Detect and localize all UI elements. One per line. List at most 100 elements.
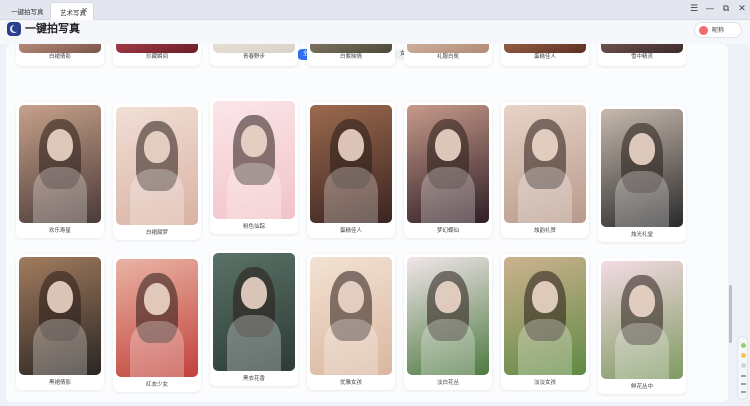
portrait-figure [144,131,170,163]
tool-line-icon[interactable] [741,375,746,377]
style-thumbnail-image [116,259,198,377]
portrait-body [227,315,281,371]
style-card-title: 淡白花丛 [436,380,459,386]
style-card-title: 淡淡女孩 [533,380,556,386]
style-thumbnail-image [407,257,489,375]
tab-art-photo[interactable]: 艺术写真 ✕ [50,2,94,20]
style-thumbnail-image [504,257,586,375]
style-thumbnail-image [213,253,295,371]
app-title: 一键拍写真 [25,22,80,35]
photo-style-card[interactable]: 白裙甜梦 [113,104,201,240]
style-thumbnail-image [407,105,489,223]
style-card-title: 黑裙倩影 [48,380,71,386]
photo-style-card[interactable]: 珍藏瞬间 [113,44,201,66]
style-thumbnail-image [504,105,586,223]
photo-style-card[interactable]: 鲜花丛中 [598,258,686,394]
photo-style-card[interactable]: 黑裙倩影 [16,254,104,390]
style-card-title: 珍藏瞬间 [145,54,168,60]
style-card-title: 黑衣花香 [242,376,265,382]
content-panel: ‹ 返回 全部女生男生女童男童 白裙倩影珍藏瞬间青春野步白紫映情礼服白冕蛋糕佳人… [6,44,728,402]
style-thumbnail-image [310,257,392,375]
portrait-figure [629,133,655,165]
user-profile-button[interactable]: 昵称 [694,22,742,38]
close-icon[interactable]: ✕ [736,3,748,15]
portrait-figure [144,283,170,315]
photo-style-card[interactable]: 烛光礼堂 [598,106,686,242]
avatar [699,26,708,35]
tool-line-icon[interactable] [741,391,746,393]
style-card-title: 白裙倩影 [48,54,71,60]
style-thumbnail-image [310,105,392,223]
scrollbar-thumb[interactable] [729,285,732,343]
photo-style-card[interactable]: 白紫映情 [307,44,395,66]
portrait-figure [47,281,73,313]
photo-style-card[interactable]: 黑衣花香 [210,250,298,386]
portrait-body [421,319,475,375]
app-header [0,20,750,44]
portrait-body [324,167,378,223]
photo-style-card[interactable]: 礼服白冕 [404,44,492,66]
portrait-body [227,163,281,219]
style-card-title: 红衣少女 [145,382,168,388]
portrait-body [324,319,378,375]
photo-style-card[interactable]: 蛋糕佳人 [307,102,395,238]
photo-style-card[interactable]: 雪中精灵 [598,44,686,66]
style-card-title: 礼服白冕 [436,54,459,60]
portrait-body [33,319,87,375]
photo-style-card[interactable]: 淡白花丛 [404,254,492,390]
portrait-figure [338,281,364,313]
tab-close-icon[interactable]: ✕ [81,6,88,15]
style-card-title: 梦幻蝶仙 [436,228,459,234]
settings-icon[interactable] [741,363,746,368]
style-card-title: 青春野步 [242,54,265,60]
portrait-figure [47,129,73,161]
style-thumbnail-image [19,105,101,223]
style-card-title: 白紫映情 [339,54,362,60]
star-icon[interactable] [741,353,746,358]
portrait-figure [629,285,655,317]
style-card-title: 鲜花丛中 [630,384,653,390]
app-logo-icon [7,22,21,36]
tab-one-click-photo[interactable]: 一键拍写真 [2,2,48,20]
photo-style-card[interactable]: 优雅女孩 [307,254,395,390]
style-card-title: 蛋糕佳人 [339,228,362,234]
photo-style-card[interactable]: 淡淡女孩 [501,254,589,390]
tab-label: 一键拍写真 [11,8,44,16]
tool-line-icon[interactable] [741,383,746,385]
tab-bar: 一键拍写真 艺术写真 ✕ ☰ — ⧉ ✕ [0,0,750,20]
portrait-body [33,167,87,223]
portrait-figure [338,129,364,161]
portrait-body [518,319,572,375]
menu-icon[interactable]: ☰ [688,3,700,15]
portrait-figure [532,281,558,313]
portrait-body [130,321,184,377]
photo-style-card[interactable]: 欢乐寿星 [16,102,104,238]
portrait-figure [435,281,461,313]
portrait-body [130,169,184,225]
style-card-title: 欢乐寿星 [48,228,71,234]
portrait-figure [435,129,461,161]
minimize-icon[interactable]: — [704,3,716,15]
style-card-title: 蛋糕佳人 [533,54,556,60]
style-thumbnail-image [116,107,198,225]
portrait-body [421,167,475,223]
portrait-figure [532,129,558,161]
style-card-title: 粉色仙踪 [242,224,265,230]
user-name: 昵称 [712,27,725,34]
photo-style-card[interactable]: 粉色仙踪 [210,98,298,234]
photo-style-card[interactable]: 蛋糕佳人 [501,44,589,66]
photo-style-card[interactable]: 烛韵礼赞 [501,102,589,238]
style-thumbnail-image [601,109,683,227]
photo-style-card[interactable]: 红衣少女 [113,256,201,392]
style-thumbnail-image [601,261,683,379]
portrait-figure [241,125,267,157]
photo-style-card[interactable]: 梦幻蝶仙 [404,102,492,238]
photo-style-card[interactable]: 青春野步 [210,44,298,66]
style-card-title: 雪中精灵 [630,54,653,60]
leaf-icon[interactable] [741,343,746,348]
style-card-title: 白裙甜梦 [145,230,168,236]
photo-style-card[interactable]: 白裙倩影 [16,44,104,66]
app-window: 一键拍写真 艺术写真 ✕ ☰ — ⧉ ✕ 一键拍写真 昵称 ‹ 返回 全部女生男… [0,0,750,406]
style-card-title: 烛光礼堂 [630,232,653,238]
maximize-icon[interactable]: ⧉ [720,3,732,15]
